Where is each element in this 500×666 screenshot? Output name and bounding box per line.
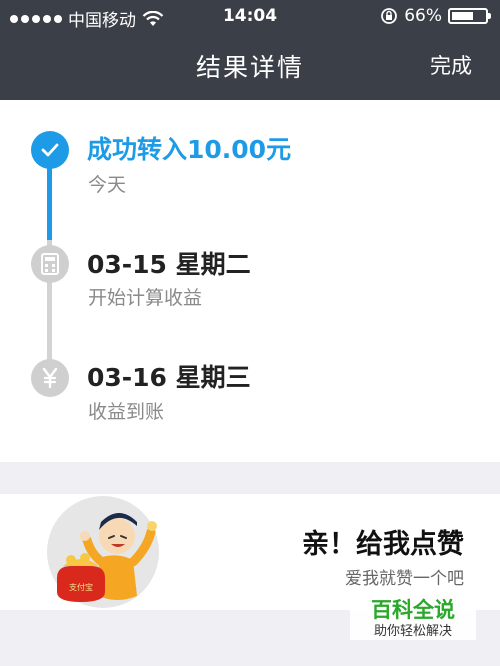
promo-subline: 爱我就赞一个吧 xyxy=(345,569,464,589)
step-1-subtitle: 今天 xyxy=(88,174,127,196)
watermark-subtitle: 助你轻松解决 xyxy=(373,624,452,639)
step-2-subtitle: 开始计算收益 xyxy=(88,287,203,309)
page-title: 结果详情 xyxy=(195,53,304,82)
step-1-title: 成功转入10.00元 xyxy=(87,135,292,164)
progress-timeline: 成功转入10.00元 今天 03-15 星期二 开始计算收益 03-16 星期三… xyxy=(0,100,500,462)
step-3-title: 03-16 星期三 xyxy=(87,363,251,392)
check-icon xyxy=(31,131,69,169)
status-right: 66% xyxy=(380,6,491,26)
rotation-lock-icon xyxy=(381,8,398,24)
battery-icon xyxy=(448,8,491,24)
app-header: 中国移动 14:04 66% 结果详情 完成 xyxy=(0,0,500,100)
promo-headline: 亲！给我点赞 xyxy=(302,529,464,560)
battery-fill xyxy=(452,12,473,20)
watermark-badge: 百科全说 助你轻松解决 xyxy=(350,590,476,640)
done-button[interactable]: 完成 xyxy=(430,50,472,80)
bag-label: 支付宝 xyxy=(69,582,93,592)
status-bar: 中国移动 14:04 66% xyxy=(0,0,500,34)
step-2-title: 03-15 星期二 xyxy=(87,250,251,279)
battery-percent: 66% xyxy=(404,6,442,26)
yuan-icon xyxy=(31,359,69,397)
calculator-icon xyxy=(31,245,69,283)
step-3-subtitle: 收益到账 xyxy=(88,401,165,423)
cartoon-thumbs-up-illustration: 支付宝 xyxy=(47,496,159,608)
